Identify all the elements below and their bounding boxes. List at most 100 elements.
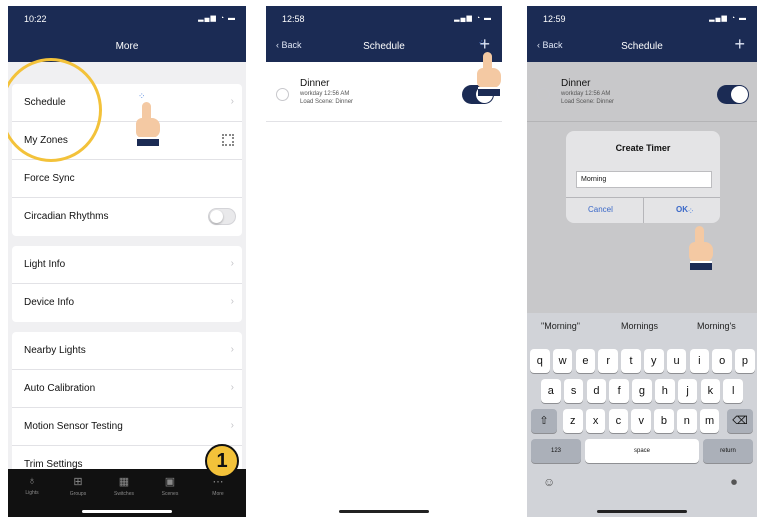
page-title: Schedule: [363, 41, 405, 52]
key-l[interactable]: l: [723, 379, 743, 403]
menu-item-label: Circadian Rhythms: [24, 211, 109, 222]
schedule-screen: 12:58 ▂▄▆ ◔ ▬ ‹ Back Schedule + Dinner w…: [266, 6, 502, 517]
shift-icon[interactable]: ⇧: [531, 409, 557, 433]
key-y[interactable]: y: [644, 349, 664, 373]
menu-item-label: Auto Calibration: [24, 383, 96, 394]
key-g[interactable]: g: [632, 379, 652, 403]
space-key[interactable]: space: [585, 439, 699, 463]
mic-icon[interactable]: ⏺: [731, 475, 737, 490]
tab-label: Groups: [69, 491, 87, 497]
more-screen: 10:22 ▂▄▆ ◔ ▬ More Schedule › My Zones Fo…: [8, 6, 246, 517]
menu-item-auto-calibration[interactable]: Auto Calibration ›: [12, 370, 242, 408]
emoji-icon[interactable]: ☺: [543, 475, 555, 489]
groups-icon: ⊞: [73, 476, 83, 488]
dialog-title: Create Timer: [615, 143, 671, 153]
key-k[interactable]: k: [700, 379, 721, 403]
suggestion-1[interactable]: "Morning": [541, 321, 580, 331]
status-icons: ▂▄▆ ◔ ▬: [709, 15, 747, 22]
keyboard: "Morning" Mornings Morning's qwertyuiop …: [527, 313, 757, 517]
menu-item-device-info[interactable]: Device Info ›: [12, 284, 242, 322]
menu-item-circadian-rhythms: Circadian Rhythms: [12, 198, 242, 236]
menu-item-label: Motion Sensor Testing: [24, 421, 123, 432]
tap-indicator-icon: ⁘: [478, 38, 487, 48]
delete-icon[interactable]: ⌫: [727, 409, 753, 433]
key-w[interactable]: w: [552, 349, 573, 373]
key-d[interactable]: d: [586, 379, 607, 403]
home-indicator: [82, 510, 172, 513]
schedule-name: Dinner: [561, 78, 591, 89]
dialog-button-divider: [643, 197, 644, 223]
navigation-bar: 12:59 ▂▄▆ ◔ ▬ ‹ Back Schedule +: [527, 6, 757, 62]
menu-item-light-info[interactable]: Light Info ›: [12, 246, 242, 284]
create-timer-dialog: Create Timer Morning Cancel OK: [566, 131, 720, 223]
schedule-time: workday 12:56 AM: [300, 91, 350, 97]
chevron-right-icon: ›: [230, 420, 234, 431]
timer-name-input[interactable]: Morning: [576, 171, 712, 188]
chevron-right-icon: ›: [230, 258, 234, 269]
menu-item-nearby-lights[interactable]: Nearby Lights ›: [12, 332, 242, 370]
key-v[interactable]: v: [631, 409, 651, 433]
status-time: 12:58: [282, 14, 305, 24]
key-j[interactable]: j: [677, 379, 698, 403]
switches-icon: ▦: [118, 476, 130, 488]
cancel-button[interactable]: Cancel: [588, 205, 613, 214]
schedule-time: workday 12:56 AM: [561, 91, 611, 97]
tab-more[interactable]: ⋯ More: [198, 475, 238, 497]
schedule-action: Load Scene: Dinner: [300, 99, 354, 105]
page-title: Schedule: [621, 41, 663, 52]
key-p[interactable]: p: [735, 349, 755, 373]
bulb-icon: ♁: [27, 475, 37, 487]
schedule-action: Load Scene: Dinner: [561, 99, 615, 105]
numbers-key[interactable]: 123: [531, 439, 581, 463]
tab-lights[interactable]: ♁ Lights: [12, 475, 52, 496]
key-m[interactable]: m: [699, 409, 720, 433]
key-q[interactable]: q: [530, 349, 550, 373]
tab-label: More: [212, 491, 224, 497]
key-h[interactable]: h: [655, 379, 675, 403]
return-key[interactable]: return: [703, 439, 753, 463]
menu-item-label: Light Info: [24, 259, 66, 270]
key-b[interactable]: b: [654, 409, 674, 433]
schedule-item: Dinner workday 12:56 AM Load Scene: Dinn…: [527, 68, 757, 122]
create-timer-screen: 12:59 ▂▄▆ ◔ ▬ ‹ Back Schedule + Dinner w…: [527, 6, 757, 517]
key-z[interactable]: z: [563, 409, 583, 433]
key-t[interactable]: t: [621, 349, 641, 373]
key-x[interactable]: x: [585, 409, 606, 433]
chevron-right-icon: ›: [230, 296, 234, 307]
key-a[interactable]: a: [541, 379, 561, 403]
tab-bar: ♁ Lights ⊞ Groups ▦ Switches ▣ Scenes ⋯ More: [8, 469, 246, 517]
tab-label: Scenes: [161, 491, 179, 497]
menu-item-label: Force Sync: [24, 173, 75, 184]
suggestion-2[interactable]: Mornings: [621, 321, 658, 331]
status-time: 12:59: [543, 14, 566, 24]
hand-pointer-icon: [132, 102, 162, 148]
status-icons: ▂▄▆ ◔ ▬: [198, 15, 236, 22]
suggestion-3[interactable]: Morning's: [697, 321, 736, 331]
navigation-bar: 10:22 ▂▄▆ ◔ ▬ More: [8, 6, 246, 62]
menu-item-motion-sensor-testing[interactable]: Motion Sensor Testing ›: [12, 408, 242, 446]
key-e[interactable]: e: [575, 349, 596, 373]
key-f[interactable]: f: [609, 379, 629, 403]
key-o[interactable]: o: [712, 349, 732, 373]
tab-switches[interactable]: ▦ Switches: [104, 475, 144, 497]
key-n[interactable]: n: [677, 409, 697, 433]
schedule-item[interactable]: Dinner workday 12:56 AM Load Scene: Dinn…: [266, 68, 502, 122]
key-c[interactable]: c: [608, 409, 629, 433]
clock-icon: [537, 88, 550, 101]
status-icons: ▂▄▆ ◔ ▬: [454, 15, 492, 22]
step-badge: 1: [205, 444, 239, 478]
tap-indicator-icon: ⁘: [687, 206, 696, 216]
chevron-right-icon: ›: [230, 382, 234, 393]
status-time: 10:22: [24, 14, 47, 24]
menu-item-force-sync[interactable]: Force Sync: [12, 160, 242, 198]
circadian-toggle[interactable]: [208, 208, 236, 225]
settings-group-2: Light Info › Device Info ›: [12, 246, 242, 322]
tab-scenes[interactable]: ▣ Scenes: [150, 475, 190, 497]
plus-icon[interactable]: +: [734, 35, 745, 53]
key-u[interactable]: u: [666, 349, 687, 373]
key-i[interactable]: i: [689, 349, 710, 373]
tab-groups[interactable]: ⊞ Groups: [58, 475, 98, 497]
key-s[interactable]: s: [563, 379, 584, 403]
qr-icon: [222, 134, 234, 146]
key-r[interactable]: r: [598, 349, 618, 373]
